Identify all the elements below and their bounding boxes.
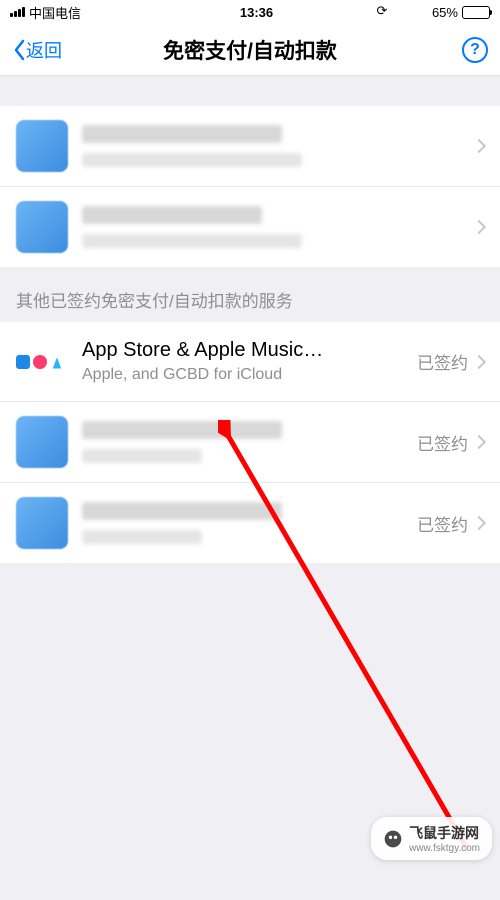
item-content bbox=[82, 125, 474, 167]
carrier-label: 中国电信 bbox=[29, 3, 81, 22]
help-button[interactable]: ? bbox=[462, 37, 488, 63]
list-item[interactable]: 已签约 bbox=[0, 402, 500, 483]
signal-icon bbox=[10, 7, 25, 17]
section-header: 其他已签约免密支付/自动扣款的服务 bbox=[0, 267, 500, 322]
help-icon: ? bbox=[462, 37, 488, 63]
app-icon bbox=[16, 120, 68, 172]
battery-icon bbox=[462, 6, 490, 19]
item-content: App Store & Apple Music… Apple, and GCBD… bbox=[82, 339, 417, 384]
chevron-right-icon bbox=[472, 220, 486, 234]
watermark-brand: 飞鼠手游网 bbox=[409, 823, 480, 843]
status-bar: 中国电信 13:36 ⟳ 65% bbox=[0, 0, 500, 24]
status-left: 中国电信 bbox=[10, 3, 81, 22]
app-icon bbox=[16, 416, 68, 468]
page-title: 免密支付/自动扣款 bbox=[163, 35, 337, 65]
watermark-url: www.fsktgy.com bbox=[409, 843, 480, 854]
item-title: App Store & Apple Music… bbox=[82, 339, 417, 362]
chevron-right-icon bbox=[472, 435, 486, 449]
item-content bbox=[82, 206, 474, 248]
list-item[interactable] bbox=[0, 106, 500, 187]
list-primary bbox=[0, 106, 500, 267]
chevron-right-icon bbox=[472, 139, 486, 153]
app-icon bbox=[16, 201, 68, 253]
chevron-left-icon bbox=[12, 39, 26, 61]
item-subtitle: Apple, and GCBD for iCloud bbox=[82, 366, 417, 384]
list-signed: App Store & Apple Music… Apple, and GCBD… bbox=[0, 322, 500, 563]
chevron-right-icon bbox=[472, 354, 486, 368]
status-badge: 已签约 bbox=[417, 511, 468, 536]
item-content bbox=[82, 502, 417, 544]
list-item-appstore[interactable]: App Store & Apple Music… Apple, and GCBD… bbox=[0, 322, 500, 402]
status-badge: 已签约 bbox=[417, 349, 468, 374]
list-item[interactable]: 已签约 bbox=[0, 483, 500, 563]
watermark: 飞鼠手游网 www.fsktgy.com bbox=[371, 817, 492, 860]
clock: 13:36 bbox=[240, 5, 273, 20]
orientation-lock-icon: ⟳ bbox=[376, 5, 388, 17]
app-icon bbox=[16, 497, 68, 549]
nav-bar: 返回 免密支付/自动扣款 ? bbox=[0, 24, 500, 76]
watermark-logo-icon bbox=[383, 829, 403, 849]
back-button[interactable]: 返回 bbox=[12, 37, 62, 63]
status-right: ⟳ 65% bbox=[432, 5, 490, 20]
battery-percent: 65% bbox=[432, 5, 458, 20]
back-label: 返回 bbox=[26, 37, 62, 63]
list-item[interactable] bbox=[0, 187, 500, 267]
apple-services-icon bbox=[16, 355, 68, 369]
status-badge: 已签约 bbox=[417, 430, 468, 455]
chevron-right-icon bbox=[472, 516, 486, 530]
item-content bbox=[82, 421, 417, 463]
